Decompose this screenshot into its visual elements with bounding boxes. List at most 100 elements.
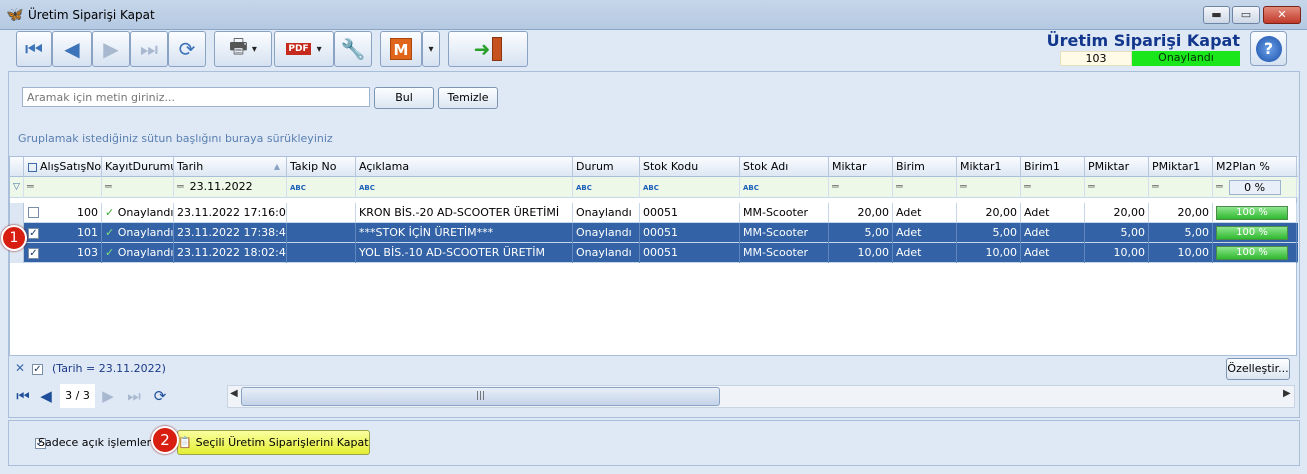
filter-takip-no[interactable]: ABC <box>287 177 356 198</box>
app-butterfly-icon: 🦋 <box>6 7 24 23</box>
column-header-miktar[interactable]: Miktar <box>829 157 893 177</box>
column-header-pmiktar1[interactable]: PMiktar1 <box>1149 157 1213 177</box>
close-window-button[interactable]: ✕ <box>1263 6 1301 24</box>
filter-miktar[interactable]: ═ <box>829 177 893 198</box>
filter-alissatisno[interactable]: ═ <box>24 177 102 198</box>
column-header-durum[interactable]: Durum <box>573 157 640 177</box>
next-record-button[interactable]: ▶ <box>92 31 130 67</box>
cell-miktar1: 10,00 <box>957 243 1021 263</box>
m-dropdown-icon: ▾ <box>428 43 434 55</box>
row-select-cell[interactable]: ✓ 101 <box>24 223 102 243</box>
help-button[interactable]: ? <box>1250 31 1287 66</box>
row-checkbox[interactable]: ✓ <box>28 248 39 259</box>
clipboard-icon: 📋 <box>178 436 193 449</box>
customize-filter-button[interactable]: Özelleştir... <box>1226 358 1290 380</box>
row-indicator[interactable] <box>10 203 24 223</box>
column-header-aciklama[interactable]: Açıklama <box>356 157 573 177</box>
column-header-takip-no[interactable]: Takip No <box>287 157 356 177</box>
tools-button[interactable]: 🔧 <box>334 31 372 67</box>
nav-prev-button[interactable]: ◀ <box>36 384 56 408</box>
filter-stok-adi[interactable]: ABC <box>740 177 829 198</box>
column-header-miktar1[interactable]: Miktar1 <box>957 157 1021 177</box>
door-icon <box>492 37 503 61</box>
text-filter-icon: ABC <box>359 184 375 192</box>
cell-no: 103 <box>77 246 98 259</box>
cell-stok-adi: MM-Scooter <box>740 223 829 243</box>
table-row[interactable]: ✓ 103 ✓ Onaylandı 23.11.2022 18:02:43 YOL… <box>10 243 1298 263</box>
cell-kayitdurumu: ✓ Onaylandı <box>102 243 174 263</box>
filter-kayitdurumu[interactable]: ═ <box>102 177 174 198</box>
cell-stok-adi: MM-Scooter <box>740 203 829 223</box>
row-checkbox[interactable]: ✓ <box>28 228 39 239</box>
maximize-button[interactable]: ▭ <box>1232 6 1260 24</box>
clear-button[interactable]: Temizle <box>438 87 498 109</box>
column-header-kayitdurumu[interactable]: KayıtDurumu <box>102 157 174 177</box>
last-record-button[interactable]: ⏭ <box>130 31 168 67</box>
nav-first-button[interactable]: ⏮ <box>12 384 34 408</box>
filter-stok-kodu[interactable]: ABC <box>640 177 740 198</box>
scroll-right-icon[interactable]: ▶ <box>1283 388 1291 399</box>
cell-tarih: 23.11.2022 18:02:43 <box>174 243 287 263</box>
cell-miktar1: 20,00 <box>957 203 1021 223</box>
clear-filter-icon[interactable]: ✕ <box>15 361 25 375</box>
exit-button[interactable]: ➜ <box>448 31 528 67</box>
scrollbar-thumb[interactable]: ||| <box>241 387 720 406</box>
pdf-icon: PDF <box>286 43 311 55</box>
filter-enable-checkbox[interactable]: ✓ <box>32 364 43 375</box>
m-module-button[interactable]: M <box>380 31 422 67</box>
minimize-button[interactable]: ▬ <box>1203 6 1230 24</box>
column-header-stok-kodu[interactable]: Stok Kodu <box>640 157 740 177</box>
select-all-icon[interactable] <box>28 162 37 172</box>
m-icon: M <box>390 38 412 60</box>
cell-birim1: Adet <box>1021 223 1085 243</box>
m-dropdown-button[interactable]: ▾ <box>422 31 440 67</box>
filter-aciklama[interactable]: ABC <box>356 177 573 198</box>
row-select-cell[interactable]: ✓ 103 <box>24 243 102 263</box>
printer-icon: 🖶 <box>229 34 248 58</box>
column-header-birim1[interactable]: Birim1 <box>1021 157 1085 177</box>
check-icon: ✓ <box>105 206 115 219</box>
check-icon: ✓ <box>105 226 115 239</box>
column-header-stok-adi[interactable]: Stok Adı <box>740 157 829 177</box>
filter-pmiktar1[interactable]: ═ <box>1149 177 1213 198</box>
print-button[interactable]: 🖶 ▾ <box>214 31 272 67</box>
column-header-birim[interactable]: Birim <box>893 157 957 177</box>
filter-m2plan[interactable]: ═ 0 % <box>1213 177 1297 198</box>
find-button[interactable]: Bul <box>374 87 434 109</box>
first-record-button[interactable]: ⏮ <box>16 31 52 67</box>
active-filter-text[interactable]: (Tarih = 23.11.2022) <box>52 362 166 375</box>
cell-no: 100 <box>77 206 98 219</box>
column-header-tarih[interactable]: Tarih ▲ <box>174 157 287 177</box>
filter-birim[interactable]: ═ <box>893 177 957 198</box>
nav-refresh-button[interactable]: ⟳ <box>148 384 172 408</box>
title-bar <box>0 0 1307 30</box>
scroll-left-icon[interactable]: ◀ <box>230 388 238 399</box>
page-indicator: 3 / 3 <box>60 384 95 408</box>
filter-pmiktar[interactable]: ═ <box>1085 177 1149 198</box>
table-row[interactable]: ✓ 101 ✓ Onaylandı 23.11.2022 17:38:40 ***… <box>10 223 1298 243</box>
cell-no: 101 <box>77 226 98 239</box>
cell-miktar: 20,00 <box>829 203 893 223</box>
close-selected-orders-button[interactable]: 📋 Seçili Üretim Siparişlerini Kapat <box>177 430 370 455</box>
nav-next-button[interactable]: ▶ <box>98 384 118 408</box>
filter-tarih[interactable]: ═ 23.11.2022 <box>174 177 287 198</box>
cell-takip-no <box>287 243 356 263</box>
search-input[interactable] <box>22 87 370 107</box>
refresh-button[interactable]: ⟳ <box>168 31 206 67</box>
row-select-cell[interactable]: 100 <box>24 203 102 223</box>
column-header-pmiktar[interactable]: PMiktar <box>1085 157 1149 177</box>
filter-birim1[interactable]: ═ <box>1021 177 1085 198</box>
text-filter-icon: ABC <box>643 184 659 192</box>
table-row[interactable]: 100 ✓ Onaylandı 23.11.2022 17:16:08 KRON… <box>10 203 1298 223</box>
cell-tarih: 23.11.2022 17:38:40 <box>174 223 287 243</box>
filter-miktar1[interactable]: ═ <box>957 177 1021 198</box>
column-header-m2plan[interactable]: M2Plan % <box>1213 157 1297 177</box>
column-header-alissatisno[interactable]: AlışSatışNo <box>24 157 102 177</box>
prev-record-button[interactable]: ◀ <box>52 31 92 67</box>
group-panel-hint[interactable]: Gruplamak istediğiniz sütun başlığını bu… <box>18 132 333 145</box>
row-checkbox[interactable] <box>28 207 39 218</box>
filter-row-icon: ▽ <box>10 177 24 198</box>
pdf-export-button[interactable]: PDF ▾ <box>274 31 334 67</box>
filter-durum[interactable]: ABC <box>573 177 640 198</box>
nav-last-button[interactable]: ⏭ <box>122 384 146 408</box>
